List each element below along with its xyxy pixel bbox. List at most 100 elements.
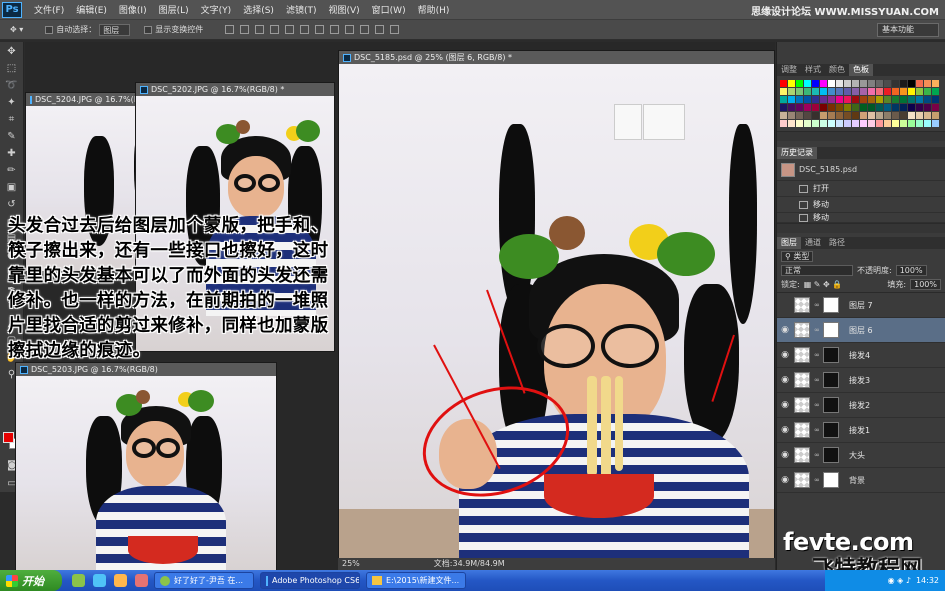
layer-thumbnail[interactable] xyxy=(794,422,810,438)
auto-select-option[interactable]: 自动选择： 图层 xyxy=(45,23,131,36)
layer-mask-thumbnail[interactable] xyxy=(823,472,839,488)
swatch[interactable] xyxy=(804,120,811,127)
layer-row[interactable]: ◉ ∞ 背景 xyxy=(777,468,945,493)
swatch[interactable] xyxy=(876,80,883,87)
document-tab[interactable]: DSC_5203.JPG @ 16.7%(RGB/8) xyxy=(16,363,276,376)
document-tab[interactable]: DSC_5202.JPG @ 16.7%(RGB/8) * xyxy=(136,83,334,96)
swatch[interactable] xyxy=(852,120,859,127)
swatch[interactable] xyxy=(796,120,803,127)
lock-icons[interactable]: ▦ ✎ ✥ 🔒 xyxy=(804,280,843,289)
mask-link-icon[interactable]: ∞ xyxy=(814,476,820,484)
visibility-eye-icon[interactable]: ◉ xyxy=(780,425,790,435)
swatch[interactable] xyxy=(892,96,899,103)
swatch[interactable] xyxy=(916,80,923,87)
history-item[interactable]: 打开 xyxy=(777,181,945,197)
menu-view[interactable]: 视图(V) xyxy=(322,3,365,16)
swatch[interactable] xyxy=(884,88,891,95)
swatch[interactable] xyxy=(908,104,915,111)
history-item[interactable]: 移动 xyxy=(777,197,945,213)
swatch[interactable] xyxy=(868,88,875,95)
app-icon-3[interactable] xyxy=(135,574,148,587)
stamp-tool-icon[interactable]: ▣ xyxy=(3,181,21,195)
swatch[interactable] xyxy=(812,88,819,95)
layer-thumbnail[interactable] xyxy=(794,347,810,363)
swatch[interactable] xyxy=(876,120,883,127)
swatch[interactable] xyxy=(820,112,827,119)
tab-layers[interactable]: 图层 xyxy=(777,237,801,249)
auto-select-dropdown[interactable]: 图层 xyxy=(99,23,131,36)
swatch[interactable] xyxy=(836,120,843,127)
swatch[interactable] xyxy=(932,80,939,87)
tray-icons[interactable]: ◉ ◈ ♪ xyxy=(888,576,911,585)
visibility-eye-icon[interactable]: ◉ xyxy=(780,350,790,360)
swatch[interactable] xyxy=(908,88,915,95)
swatch[interactable] xyxy=(916,120,923,127)
swatch[interactable] xyxy=(884,120,891,127)
swatch[interactable] xyxy=(932,104,939,111)
swatch[interactable] xyxy=(860,112,867,119)
swatch[interactable] xyxy=(788,104,795,111)
swatch[interactable] xyxy=(900,112,907,119)
swatch[interactable] xyxy=(860,104,867,111)
menu-edit[interactable]: 编辑(E) xyxy=(70,3,113,16)
document-tab[interactable]: DSC_5204.JPG @ 16.7%(RGB/8) xyxy=(26,93,144,106)
visibility-eye-icon[interactable]: ◉ xyxy=(780,475,790,485)
swatch[interactable] xyxy=(788,112,795,119)
swatch[interactable] xyxy=(908,120,915,127)
swatch[interactable] xyxy=(916,88,923,95)
mask-link-icon[interactable]: ∞ xyxy=(814,426,820,434)
layer-row[interactable]: ◉ ∞ 图层 6 xyxy=(777,318,945,343)
swatch[interactable] xyxy=(932,120,939,127)
tab-paths[interactable]: 路径 xyxy=(825,237,849,249)
tab-styles[interactable]: 样式 xyxy=(801,64,825,76)
swatch[interactable] xyxy=(820,120,827,127)
swatch[interactable] xyxy=(900,120,907,127)
layer-mask-thumbnail[interactable] xyxy=(823,372,839,388)
mask-link-icon[interactable]: ∞ xyxy=(814,451,820,459)
swatch[interactable] xyxy=(796,112,803,119)
swatch[interactable] xyxy=(852,112,859,119)
crop-tool-icon[interactable]: ⌗ xyxy=(3,113,21,127)
layer-mask-thumbnail[interactable] xyxy=(823,347,839,363)
healing-tool-icon[interactable]: ✚ xyxy=(3,147,21,161)
layer-mask-thumbnail[interactable] xyxy=(823,297,839,313)
move-tool-preset[interactable]: ✥ ▾ xyxy=(10,25,23,34)
swatch[interactable] xyxy=(884,96,891,103)
taskbar-item-explorer[interactable]: E:\2015\新建文件... xyxy=(366,572,466,589)
menu-select[interactable]: 选择(S) xyxy=(237,3,280,16)
layer-row[interactable]: ∞ 图层 7 xyxy=(777,293,945,318)
swatch[interactable] xyxy=(844,88,851,95)
swatch[interactable] xyxy=(924,120,931,127)
layer-row[interactable]: ◉ ∞ 大头 xyxy=(777,443,945,468)
menu-file[interactable]: 文件(F) xyxy=(28,3,70,16)
align-left-icon[interactable] xyxy=(270,25,280,34)
swatch[interactable] xyxy=(916,104,923,111)
mask-link-icon[interactable]: ∞ xyxy=(814,326,820,334)
eyedropper-tool-icon[interactable]: ✎ xyxy=(3,130,21,144)
swatch[interactable] xyxy=(812,120,819,127)
swatch[interactable] xyxy=(868,96,875,103)
menu-image[interactable]: 图像(I) xyxy=(113,3,153,16)
swatch[interactable] xyxy=(804,80,811,87)
swatch[interactable] xyxy=(828,120,835,127)
distribute-hcenter-icon[interactable] xyxy=(375,25,385,34)
swatch[interactable] xyxy=(916,112,923,119)
swatch[interactable] xyxy=(908,112,915,119)
brush-tool-icon[interactable]: ✏ xyxy=(3,164,21,178)
swatch[interactable] xyxy=(796,96,803,103)
swatch[interactable] xyxy=(884,80,891,87)
mask-link-icon[interactable]: ∞ xyxy=(814,351,820,359)
layer-mask-thumbnail[interactable] xyxy=(823,322,839,338)
mask-link-icon[interactable]: ∞ xyxy=(814,401,820,409)
foreground-color[interactable] xyxy=(3,432,14,443)
swatch[interactable] xyxy=(924,112,931,119)
align-vcenter-icon[interactable] xyxy=(240,25,250,34)
layer-row[interactable]: ◉ ∞ 接发1 xyxy=(777,418,945,443)
layer-thumbnail[interactable] xyxy=(794,372,810,388)
layer-thumbnail[interactable] xyxy=(794,447,810,463)
visibility-eye-icon[interactable]: ◉ xyxy=(780,450,790,460)
swatch[interactable] xyxy=(780,104,787,111)
swatch[interactable] xyxy=(884,104,891,111)
swatch[interactable] xyxy=(924,80,931,87)
swatch[interactable] xyxy=(804,88,811,95)
